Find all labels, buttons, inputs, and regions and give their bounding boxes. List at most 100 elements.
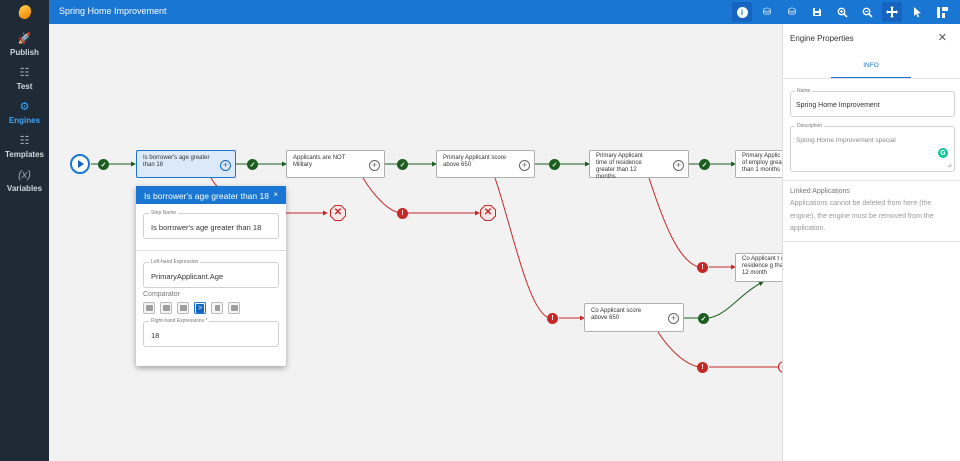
start-flow-button[interactable] bbox=[70, 154, 90, 174]
popup-title: Is borrower's age greater than 18 bbox=[144, 191, 269, 201]
error-icon: ! bbox=[547, 313, 558, 324]
flow-canvas[interactable]: ✓ ✓ ✓ ✓ ✓ ✓ ! ! ! ! ✕ ✕ Is borrower's ag… bbox=[49, 24, 782, 461]
flow-node[interactable]: Applicants are NOT Military + bbox=[286, 150, 385, 178]
data-source-button[interactable]: ⛁ bbox=[757, 2, 777, 22]
zoom-in-icon bbox=[837, 7, 848, 18]
field-label: Right-hand Expressions * bbox=[149, 318, 210, 324]
engine-name-field[interactable]: Name Spring Home Improvement bbox=[790, 88, 955, 117]
tab-info[interactable]: INFO bbox=[831, 56, 911, 78]
connection-line bbox=[657, 331, 700, 368]
success-icon: ✓ bbox=[98, 159, 109, 170]
connection-line bbox=[708, 281, 764, 319]
sidebar: 🚀 Publish ☷ Test ⚙ Engines ☷ Templates (… bbox=[0, 0, 49, 461]
greater-than-icon[interactable]: > bbox=[194, 302, 206, 314]
zoom-out-icon bbox=[862, 7, 873, 18]
greater-equal-icon[interactable] bbox=[177, 302, 189, 314]
engine-description-field[interactable]: Description Spring Home Improvement spec… bbox=[790, 123, 955, 172]
sidebar-item-engines[interactable]: ⚙ Engines bbox=[0, 100, 49, 125]
close-icon: ✕ bbox=[331, 206, 345, 220]
less-equal-icon[interactable] bbox=[228, 302, 240, 314]
top-bar: Spring Home Improvement i ⛁ ⛁ bbox=[49, 0, 960, 24]
linked-applications: Linked Applications Applications cannot … bbox=[783, 180, 960, 242]
engine-icon: ⚙ bbox=[19, 101, 30, 113]
pointer-button[interactable] bbox=[907, 2, 927, 22]
close-icon[interactable]: ✕ bbox=[938, 31, 947, 44]
sidebar-item-test[interactable]: ☷ Test bbox=[0, 66, 49, 91]
sidebar-item-templates[interactable]: ☷ Templates bbox=[0, 134, 49, 159]
sidebar-item-label: Variables bbox=[6, 184, 43, 193]
sidebar-item-label: Test bbox=[16, 82, 33, 91]
comparator-glyph bbox=[230, 305, 238, 311]
comparator-glyph bbox=[162, 305, 170, 311]
node-label: Applicants are NOT Military bbox=[293, 155, 346, 168]
right-expression-field[interactable]: Right-hand Expressions * 18 bbox=[143, 318, 279, 347]
field-value: 18 bbox=[151, 331, 160, 340]
test-icon: ☷ bbox=[19, 67, 30, 79]
save-button[interactable] bbox=[807, 2, 827, 22]
error-icon: ! bbox=[697, 262, 708, 273]
add-step-icon[interactable]: + bbox=[220, 160, 231, 171]
flow-node[interactable]: Co Applicant score above 650 + bbox=[584, 303, 684, 332]
success-icon: ✓ bbox=[397, 159, 408, 170]
field-label: Step Name bbox=[149, 210, 179, 216]
add-step-icon[interactable]: + bbox=[519, 160, 530, 171]
comparator-glyph bbox=[214, 305, 220, 311]
flow-node[interactable]: Primary Applicant score above 650 + bbox=[436, 150, 535, 178]
comparator-options: > bbox=[143, 302, 279, 314]
divider bbox=[136, 250, 286, 251]
comparator-glyph bbox=[145, 305, 153, 311]
flow-node[interactable]: Primary Applicant time of residence grea… bbox=[589, 150, 689, 180]
not-equals-icon[interactable] bbox=[160, 302, 172, 314]
close-icon[interactable]: × bbox=[273, 190, 278, 199]
info-button[interactable]: i bbox=[732, 2, 752, 22]
flow-node[interactable]: Is borrower's age greater than 18 + bbox=[136, 150, 236, 178]
info-icon: i bbox=[736, 6, 748, 18]
node-label: Primary Applicant score above 650 bbox=[443, 155, 507, 168]
add-step-icon[interactable]: + bbox=[668, 313, 679, 324]
comparator-title: Comparator bbox=[143, 291, 180, 298]
engine-properties-panel: Engine Properties ✕ INFO Name Spring Hom… bbox=[782, 24, 960, 461]
resize-handle-icon[interactable]: ⊿ bbox=[947, 162, 952, 169]
node-label: Is borrower's age greater than 18 bbox=[143, 155, 210, 168]
add-step-icon[interactable]: + bbox=[369, 160, 380, 171]
flow-node[interactable]: Primary Applic time of employ greater th… bbox=[735, 150, 782, 178]
pan-button[interactable] bbox=[882, 2, 902, 22]
flow-node[interactable]: Co Applicant t of residence g than 12 mo… bbox=[735, 253, 782, 282]
pointer-icon bbox=[913, 6, 921, 17]
template-icon: ☷ bbox=[19, 135, 30, 147]
grammarly-icon[interactable]: G bbox=[938, 148, 948, 158]
add-step-icon[interactable]: + bbox=[673, 160, 684, 171]
comparator-glyph: > bbox=[196, 303, 204, 313]
node-label: Primary Applicant time of residence grea… bbox=[596, 153, 643, 180]
popup-header: Is borrower's age greater than 18 × bbox=[136, 186, 286, 204]
data-settings-button[interactable]: ⛁ bbox=[782, 2, 802, 22]
layout-button[interactable] bbox=[932, 2, 952, 22]
success-icon: ✓ bbox=[549, 159, 560, 170]
field-value: Spring Home Improvement special bbox=[796, 137, 896, 144]
comparator-glyph bbox=[179, 305, 187, 311]
equals-icon[interactable] bbox=[143, 302, 155, 314]
field-value: Is borrower's age greater than 18 bbox=[151, 223, 262, 232]
node-label: Primary Applic time of employ greater th… bbox=[742, 153, 782, 173]
left-expression-field[interactable]: Left-hand Expression PrimaryApplicant.Ag… bbox=[143, 259, 279, 288]
pan-move-icon bbox=[886, 6, 898, 18]
field-label: Description bbox=[795, 123, 825, 129]
step-name-field[interactable]: Step Name Is borrower's age greater than… bbox=[143, 210, 279, 239]
sidebar-item-publish[interactable]: 🚀 Publish bbox=[0, 32, 49, 57]
sidebar-item-variables[interactable]: (x) Variables bbox=[0, 168, 49, 193]
logo-icon bbox=[16, 3, 33, 21]
field-value: Spring Home Improvement bbox=[796, 102, 880, 109]
field-label: Name bbox=[795, 88, 813, 94]
play-icon bbox=[78, 160, 84, 168]
zoom-in-button[interactable] bbox=[832, 2, 852, 22]
app-logo[interactable] bbox=[0, 0, 49, 24]
variable-icon: (x) bbox=[18, 169, 31, 181]
less-than-icon[interactable] bbox=[211, 302, 223, 314]
sidebar-item-label: Templates bbox=[5, 150, 44, 159]
connection-line bbox=[362, 177, 402, 214]
panel-title: Engine Properties bbox=[790, 34, 854, 43]
field-value: PrimaryApplicant.Age bbox=[151, 272, 224, 281]
save-icon bbox=[813, 8, 821, 16]
linked-applications-note: Applications cannot be deleted from here… bbox=[790, 200, 934, 232]
zoom-out-button[interactable] bbox=[857, 2, 877, 22]
